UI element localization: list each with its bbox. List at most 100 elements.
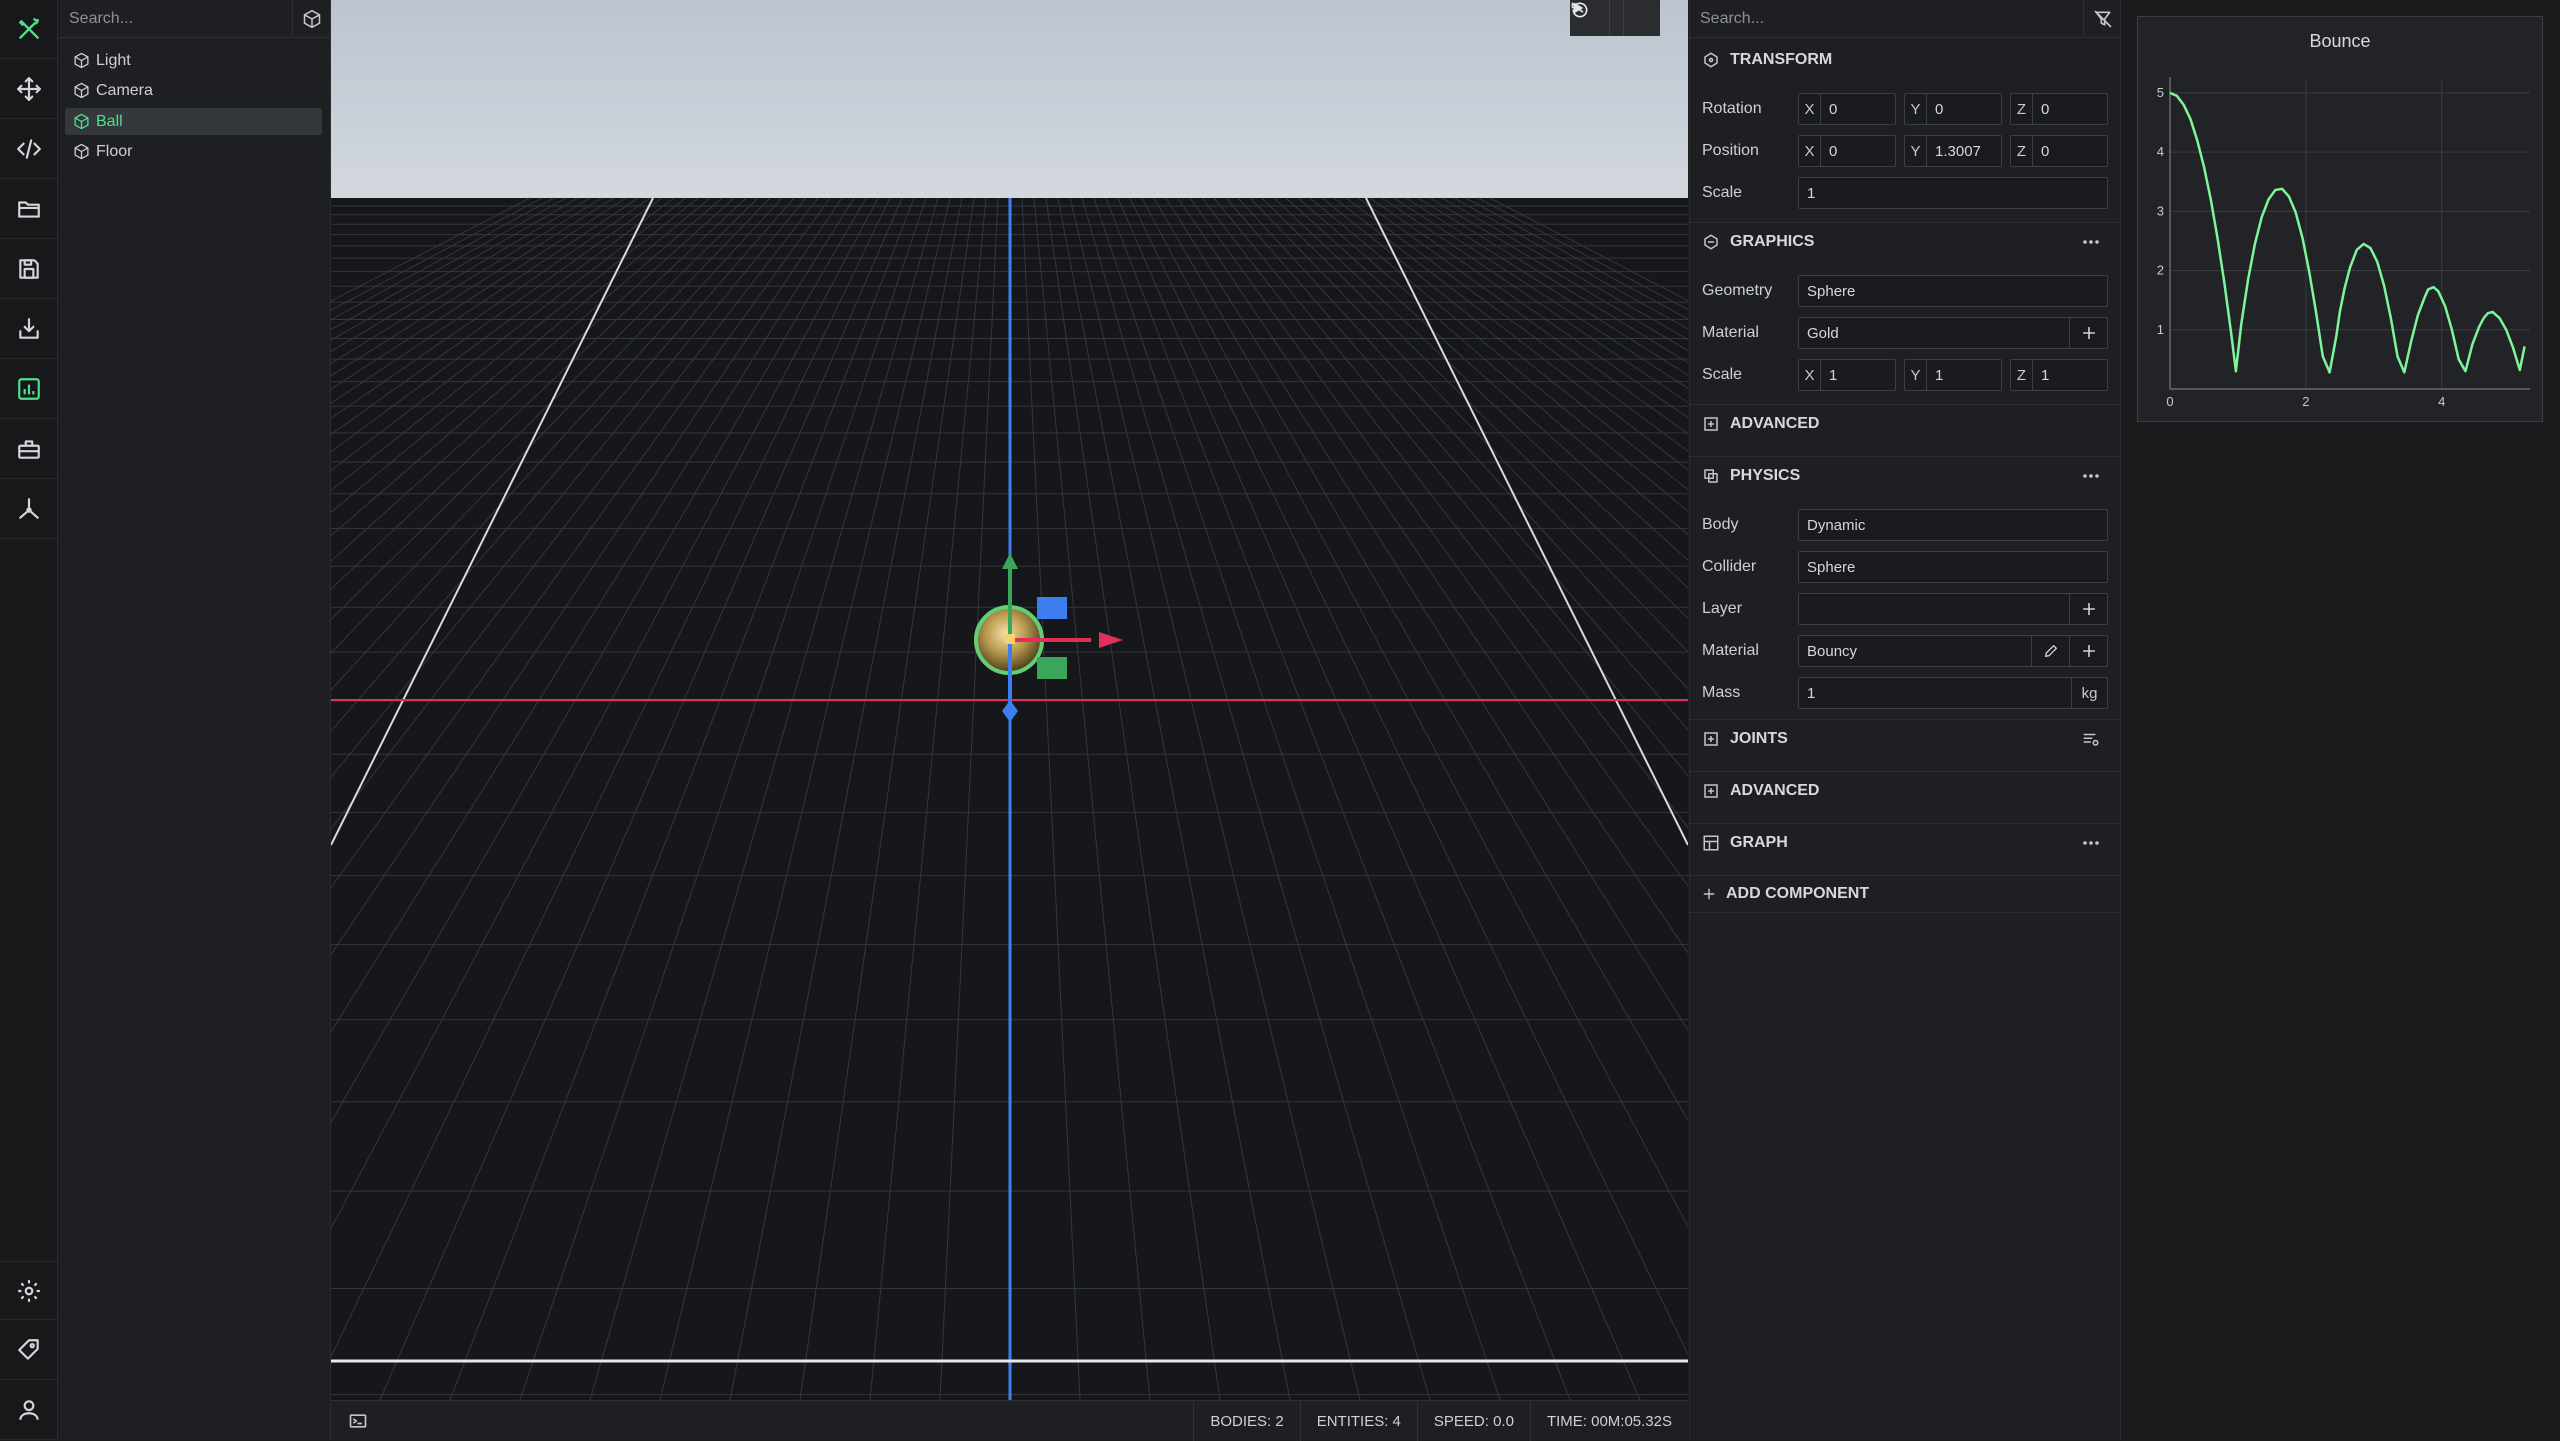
inspector-search-bar: [1690, 0, 2121, 38]
rotation-x-value: 0: [1829, 100, 1838, 118]
list-settings-icon[interactable]: [2081, 720, 2111, 758]
body-select[interactable]: Dynamic: [1798, 509, 2108, 541]
console-icon[interactable]: [331, 1401, 385, 1441]
hierarchy-search-input[interactable]: [59, 0, 291, 38]
chart-canvas: 0 2 4 1 2 3 4 5: [2157, 77, 2530, 409]
move-icon[interactable]: [0, 60, 57, 119]
mass-field[interactable]: 1 kg: [1798, 677, 2108, 709]
tree-item-label: Camera: [96, 81, 153, 99]
filter-off-icon[interactable]: [2083, 0, 2121, 38]
expand-icon: [1704, 783, 1718, 798]
download-icon[interactable]: [0, 300, 57, 359]
plus-icon[interactable]: [2069, 636, 2107, 666]
stat-speed: SPEED: 0.0: [1416, 1401, 1530, 1441]
physics-advanced-header[interactable]: ADVANCED: [1690, 771, 2121, 809]
joints-section-header[interactable]: JOINTS: [1690, 719, 2121, 757]
physics-material-select[interactable]: Bouncy: [1798, 635, 2108, 667]
position-z-field[interactable]: Z0: [2010, 135, 2108, 167]
plus-icon[interactable]: [2069, 318, 2107, 348]
sky: [331, 0, 1688, 198]
mass-label: Mass: [1702, 684, 1741, 701]
graphics-scale-y-field[interactable]: Y1: [1904, 359, 2002, 391]
chart-y-tick-label: 5: [2157, 85, 2164, 100]
more-icon[interactable]: [2081, 824, 2111, 862]
tools-icon[interactable]: [0, 0, 57, 59]
status-bar: BODIES: 2 ENTITIES: 4 SPEED: 0.0 TIME: 0…: [331, 1400, 1688, 1441]
bounce-graph-panel[interactable]: Bounce 02412345: [2137, 16, 2543, 422]
tree-item-floor[interactable]: Floor: [65, 138, 322, 165]
expand-icon: [1704, 731, 1718, 746]
gizmo-center[interactable]: [1005, 634, 1015, 644]
save-icon[interactable]: [0, 240, 57, 299]
scene-viewport[interactable]: [331, 0, 1688, 1400]
graphics-scale-z-field[interactable]: Z1: [2010, 359, 2108, 391]
physics-advanced-title: ADVANCED: [1730, 781, 1820, 799]
collider-select[interactable]: Sphere: [1798, 551, 2108, 583]
body-value: Dynamic: [1807, 516, 1866, 534]
graph-title: GRAPH: [1730, 833, 1788, 851]
graph-grid-icon: [1703, 835, 1719, 850]
physics-material-label: Material: [1702, 642, 1759, 659]
mass-value: 1: [1807, 684, 1816, 702]
chevron-down-icon[interactable]: [1571, 0, 1624, 36]
axis-x-label: X: [1799, 360, 1821, 390]
axes-icon[interactable]: [0, 480, 57, 539]
add-component-label: ADD COMPONENT: [1726, 885, 1870, 902]
add-component-button[interactable]: ADD COMPONENT: [1690, 875, 2121, 913]
cube-icon[interactable]: [292, 0, 330, 38]
hierarchy-search-bar: [59, 0, 330, 38]
folder-icon[interactable]: [0, 180, 57, 239]
position-y-field[interactable]: Y 1.3007: [1904, 135, 2002, 167]
tree-item-camera[interactable]: Camera: [65, 77, 322, 104]
collider-value: Sphere: [1807, 558, 1856, 576]
rotation-z-field[interactable]: Z0: [2010, 93, 2108, 125]
toolbox-icon[interactable]: [0, 420, 57, 479]
axis-y-label: Y: [1905, 94, 1927, 124]
gear-icon[interactable]: [0, 1261, 57, 1320]
chart-icon[interactable]: [0, 360, 57, 419]
graphics-scale-label: Scale: [1702, 366, 1743, 383]
position-x-value: 0: [1829, 142, 1838, 160]
scene-hierarchy-panel: Light Camera Ball Floor: [59, 0, 331, 1440]
transform-scale-field[interactable]: 1: [1798, 177, 2108, 209]
rotation-y-field[interactable]: Y0: [1904, 93, 2002, 125]
tree-item-ball[interactable]: Ball: [65, 108, 322, 135]
tree-item-light[interactable]: Light: [65, 47, 322, 74]
position-x-field[interactable]: X0: [1798, 135, 1896, 167]
graphics-title: GRAPHICS: [1730, 232, 1815, 250]
transform-section-header[interactable]: TRANSFORM: [1690, 41, 2121, 79]
transform-scale-label: Scale: [1702, 184, 1743, 201]
tree-item-label: Ball: [96, 112, 123, 130]
more-icon[interactable]: [2081, 457, 2111, 495]
gizmo-xz-plane[interactable]: [1037, 657, 1067, 679]
tree-item-label: Light: [96, 51, 131, 69]
scene-canvas[interactable]: [331, 0, 1688, 1400]
plus-icon[interactable]: [2069, 594, 2107, 624]
more-icon[interactable]: [2081, 223, 2111, 261]
layer-label: Layer: [1702, 600, 1743, 617]
graph-section-header[interactable]: GRAPH: [1690, 823, 2121, 861]
chart-y-tick-label: 2: [2157, 263, 2164, 278]
physics-section-header[interactable]: PHYSICS: [1690, 456, 2121, 494]
graphics-material-select[interactable]: Gold: [1798, 317, 2108, 349]
graphics-advanced-header[interactable]: ADVANCED: [1690, 404, 2121, 442]
stat-entities: ENTITIES: 4: [1299, 1401, 1417, 1441]
gizmo-xy-plane[interactable]: [1037, 597, 1067, 619]
tag-icon[interactable]: [0, 1321, 57, 1380]
graphics-advanced-title: ADVANCED: [1730, 414, 1820, 432]
inspector-search-input[interactable]: [1690, 0, 2082, 38]
tree-item-label: Floor: [96, 142, 133, 160]
graphics-scale-x-field[interactable]: X1: [1798, 359, 1896, 391]
axis-y-label: Y: [1905, 136, 1927, 166]
chart-x-tick-label: 4: [2438, 394, 2445, 409]
chart-y-tick-label: 1: [2157, 322, 2164, 337]
pencil-icon[interactable]: [2031, 636, 2069, 666]
history-icon[interactable]: [1571, 0, 1660, 36]
layer-select[interactable]: [1798, 593, 2108, 625]
stat-bodies: BODIES: 2: [1193, 1401, 1299, 1441]
geometry-select[interactable]: Sphere: [1798, 275, 2108, 307]
graphics-section-header[interactable]: GRAPHICS: [1690, 222, 2121, 260]
user-icon[interactable]: [0, 1381, 57, 1440]
rotation-x-field[interactable]: X0: [1798, 93, 1896, 125]
code-icon[interactable]: [0, 120, 57, 179]
